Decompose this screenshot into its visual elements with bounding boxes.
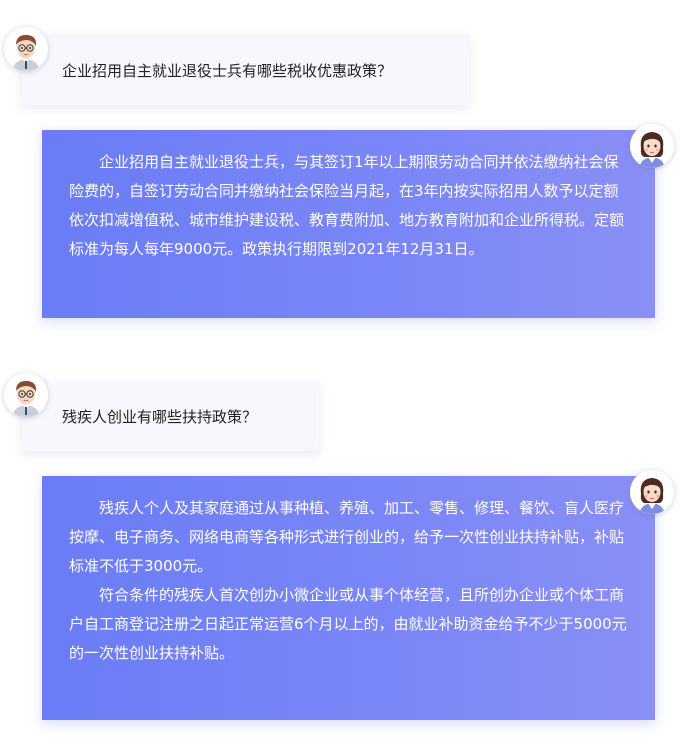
female-avatar-icon [630,124,674,168]
answer-bubble-2: 残疾人个人及其家庭通过从事种植、养殖、加工、零售、修理、餐饮、盲人医疗按摩、电子… [42,476,655,720]
question-text-1: 企业招用自主就业退役士兵有哪些税收优惠政策？ [62,61,393,80]
question-bubble-1: 企业招用自主就业退役士兵有哪些税收优惠政策？ [22,35,469,105]
answer-paragraph-2-2: 符合条件的残疾人首次创办小微企业或从事个体经营，且所创办企业或个体工商户自工商登… [69,586,627,662]
answer-paragraph-1-1: 企业招用自主就业退役士兵，与其签订1年以上期限劳动合同并依法缴纳社会保险费的，自… [69,153,625,258]
male-avatar-icon [4,373,48,417]
question-bubble-2: 残疾人创业有哪些扶持政策？ [22,381,319,451]
male-avatar-icon [4,27,48,71]
answer-paragraph-2-1: 残疾人个人及其家庭通过从事种植、养殖、加工、零售、修理、餐饮、盲人医疗按摩、电子… [69,499,625,575]
female-avatar-icon [630,470,674,514]
question-text-2: 残疾人创业有哪些扶持政策？ [62,407,258,426]
answer-bubble-1: 企业招用自主就业退役士兵，与其签订1年以上期限劳动合同并依法缴纳社会保险费的，自… [42,130,655,318]
